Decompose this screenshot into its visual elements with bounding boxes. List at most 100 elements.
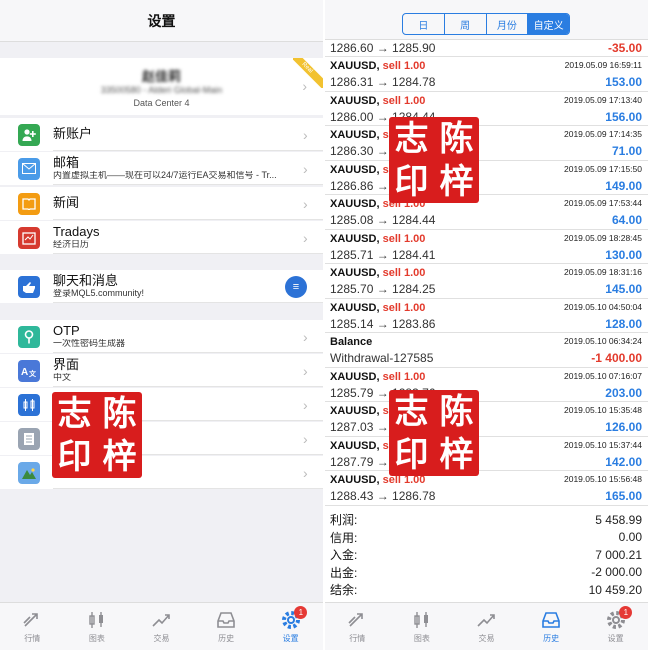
trade-profit: 64.00	[611, 213, 642, 227]
trade-row[interactable]: XAUUSD, sell 1.00 2019.05.10 04:50:04 1285…	[325, 299, 648, 333]
settings-item-journal[interactable]: ›	[0, 422, 323, 455]
period-segment[interactable]: 日	[403, 14, 444, 34]
row-separator	[53, 150, 323, 151]
settings-item-mailbox[interactable]: 邮箱 内置虚拟主机——现在可以24/7运行EA交易和信号 - Tr... ›	[0, 152, 323, 185]
trade-row-partial[interactable]: 1286.60 → 1285.90 -35.00	[325, 40, 648, 57]
settings-item-otp[interactable]: OTP 一次性密码生成器 ›	[0, 320, 323, 353]
settings-item-interface[interactable]: A 文界面 中文 ›	[0, 354, 323, 387]
trade-prices: 1285.71 → 1284.41	[330, 247, 436, 262]
trade-date: 2019.05.10 15:35:48	[564, 405, 642, 415]
chevron-right-icon: ›	[303, 430, 308, 447]
period-segment[interactable]: 周	[443, 14, 486, 34]
tab-label: 交易	[153, 633, 170, 643]
tab-trend[interactable]: 交易	[129, 603, 194, 650]
tab-candles[interactable]: 图表	[65, 603, 130, 650]
account-name: 赵佳莉	[141, 69, 181, 84]
svg-text:文: 文	[29, 369, 37, 378]
trade-row[interactable]: XAUUSD, sell 1.002019.05.10 15:37:441287…	[325, 437, 648, 471]
arrows-icon	[346, 610, 368, 630]
tab-gear[interactable]: 设置 1	[258, 603, 323, 650]
trade-profit: 156.00	[605, 109, 642, 124]
trade-row[interactable]: XAUUSD, sell 1.00 2019.05.09 17:53:44 1285…	[325, 195, 648, 230]
trade-prices: Withdrawal-127585	[330, 351, 434, 365]
trade-profit: 165.00	[605, 489, 642, 503]
trade-date: 2019.05.10 07:16:07	[564, 370, 642, 381]
trend-icon	[150, 610, 172, 630]
chat-lines-icon[interactable]: ≡	[285, 276, 307, 298]
user-plus-icon	[18, 123, 40, 146]
settings-item-new-account[interactable]: 新账户 ›	[0, 118, 323, 151]
trade-prices: 1285.14 → 1283.86	[330, 316, 436, 331]
tab-candles[interactable]: 图表	[390, 603, 455, 650]
trade-row[interactable]: XAUUSD, sell 1.00 2019.05.10 15:56:48 1288…	[325, 471, 648, 506]
row-separator	[53, 352, 323, 353]
account-number-server: 33500580 - Alderi Global-Main	[100, 85, 223, 95]
trade-row[interactable]: XAUUSD, sell 1.00 2019.05.09 16:59:11 1286…	[325, 57, 648, 92]
trade-date: 2019.05.09 17:53:44	[564, 198, 642, 208]
key-icon	[18, 325, 40, 348]
trade-action: sell 1.00	[382, 267, 426, 279]
chevron-right-icon: ›	[303, 464, 308, 481]
settings-item-chat[interactable]: 聊天和消息 登录MQL5.community! ≡	[0, 270, 323, 303]
settings-item-sublabel: 登录MQL5.community!	[53, 288, 145, 298]
account-card[interactable]: 赵佳莉 33500580 - Alderi Global-Main Data C…	[0, 58, 323, 115]
settings-item-charts[interactable]: ›	[0, 388, 323, 421]
trade-prices: 1286.60 → 1285.90	[330, 41, 436, 55]
settings-item-label: 新闻	[53, 195, 80, 211]
settings-item-tradays[interactable]: Tradays 经济日历 ›	[0, 221, 323, 254]
settings-item-label: OTP	[53, 323, 80, 339]
trend-icon	[475, 610, 497, 630]
settings-item-about[interactable]: ›	[0, 456, 323, 489]
tab-arrows[interactable]: 行情	[0, 603, 65, 650]
summary-value: 10 459.20	[588, 582, 642, 597]
tab-gear[interactable]: 设置 1	[583, 603, 648, 650]
settings-item-label: 聊天和消息	[53, 273, 119, 289]
chevron-right-icon: ›	[303, 328, 308, 345]
trade-action: sell 1.00	[382, 301, 426, 314]
trade-row[interactable]: XAUUSD, sell 1.002019.05.10 15:35:481287…	[325, 402, 648, 437]
trade-profit: 126.00	[605, 420, 642, 434]
real-ribbon: Real	[293, 58, 323, 88]
trade-row[interactable]: XAUUSD, sell 1.002019.05.09 17:14:351286…	[325, 126, 648, 161]
balance-row[interactable]: Balance 2019.05.10 06:34:24 Withdrawal-12…	[325, 333, 648, 368]
settings-item-news[interactable]: 新闻 ›	[0, 187, 323, 220]
trade-action: sell 1.00	[382, 370, 426, 383]
row-separator	[53, 253, 323, 254]
trade-row[interactable]: XAUUSD, sell 1.00 2019.05.09 18:31:16 1285…	[325, 264, 648, 299]
page-title: 设置	[147, 12, 176, 29]
period-segment[interactable]: 自定义	[527, 14, 569, 34]
period-segment[interactable]: 月份	[485, 14, 528, 34]
settings-item-label: 界面	[53, 357, 80, 373]
trade-profit: 128.00	[605, 316, 642, 331]
hand-icon	[18, 275, 40, 298]
trade-row[interactable]: XAUUSD, sell 1.00 2019.05.10 07:16:07 1285…	[325, 368, 648, 402]
trade-date: 2019.05.09 18:31:16	[564, 267, 642, 277]
trade-date: 2019.05.10 06:34:24	[564, 336, 642, 346]
tab-label: 行情	[349, 633, 366, 643]
settings-item-sublabel: 中文	[53, 372, 72, 382]
summary-value: 5 458.99	[595, 512, 642, 527]
trade-symbol: XAUUSD, sell 1.00	[330, 60, 426, 72]
trade-row[interactable]: XAUUSD, sell 1.00 2019.05.09 18:28:45 1285…	[325, 230, 648, 264]
trade-profit: -35.00	[607, 41, 642, 55]
settings-item-label: 邮箱	[53, 155, 80, 171]
trade-prices: 1288.43 → 1286.78	[330, 489, 436, 503]
arrows-icon	[21, 610, 43, 630]
trade-row[interactable]: XAUUSD, sell 1.002019.05.09 17:15:501286…	[325, 161, 648, 195]
summary-value: 7 000.21	[595, 547, 642, 562]
trade-date: 2019.05.09 17:15:50	[564, 163, 642, 174]
settings-item-label: Tradays	[53, 224, 100, 240]
trade-profit: 153.00	[605, 75, 642, 89]
tab-inbox[interactable]: 历史	[519, 603, 584, 650]
period-bar: 日周月份 自定义	[325, 0, 648, 40]
trade-row[interactable]: XAUUSD, sell 1.00 2019.05.09 17:13:40 1286…	[325, 92, 648, 126]
tab-trend[interactable]: 交易	[454, 603, 519, 650]
chevron-right-icon: ›	[303, 126, 308, 143]
inbox-icon	[215, 610, 237, 630]
settings-item-sublabel: 一次性密码生成器	[53, 338, 126, 348]
mountain-icon	[18, 461, 40, 484]
chevron-right-icon: ›	[302, 78, 307, 94]
tab-arrows[interactable]: 行情	[325, 603, 390, 650]
settings-item-sublabel: 内置虚拟主机——现在可以24/7运行EA交易和信号 - Tr...	[53, 170, 277, 180]
tab-inbox[interactable]: 历史	[194, 603, 259, 650]
